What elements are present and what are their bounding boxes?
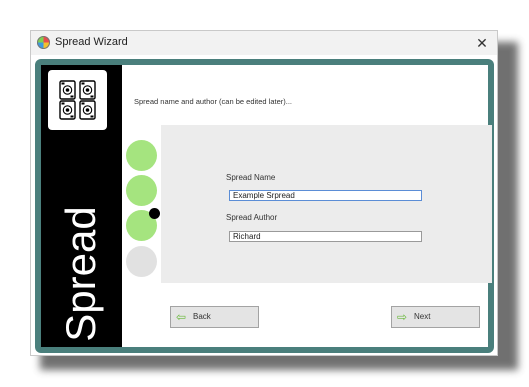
window-title: Spread Wizard — [55, 36, 128, 48]
arrow-left-icon: ⇦ — [176, 310, 187, 324]
close-button[interactable]: ✕ — [471, 33, 493, 53]
step-indicator-4 — [126, 246, 157, 277]
spread-name-input[interactable]: Example Srpread — [229, 190, 422, 201]
spread-author-label: Spread Author — [226, 213, 278, 222]
color-wheel-icon — [37, 36, 50, 49]
next-button-label: Next — [414, 312, 431, 321]
content-area — [161, 125, 492, 283]
sidebar-title: Spread — [57, 206, 104, 342]
step-indicator-1 — [126, 140, 157, 171]
sidebar: Spread — [41, 65, 122, 347]
next-button[interactable]: ⇨ Next — [391, 306, 480, 328]
current-step-marker — [149, 208, 160, 219]
wizard-panel: Spread Spread name and author (can be ed… — [41, 65, 492, 347]
wizard-frame: Spread Spread name and author (can be ed… — [35, 59, 494, 353]
step-indicator-2 — [126, 175, 157, 206]
title-bar[interactable]: Spread Wizard ✕ — [31, 31, 497, 55]
spread-name-label: Spread Name — [226, 173, 276, 182]
back-button-label: Back — [193, 312, 211, 321]
arrow-right-icon: ⇨ — [397, 310, 408, 324]
playing-cards-icon — [59, 80, 96, 120]
wizard-window: Spread Wizard ✕ Spread Spread name and a… — [30, 30, 498, 356]
back-button[interactable]: ⇦ Back — [170, 306, 259, 328]
spread-author-input[interactable]: Richard — [229, 231, 422, 242]
instruction-text: Spread name and author (can be edited la… — [134, 97, 293, 106]
logo — [48, 70, 107, 130]
